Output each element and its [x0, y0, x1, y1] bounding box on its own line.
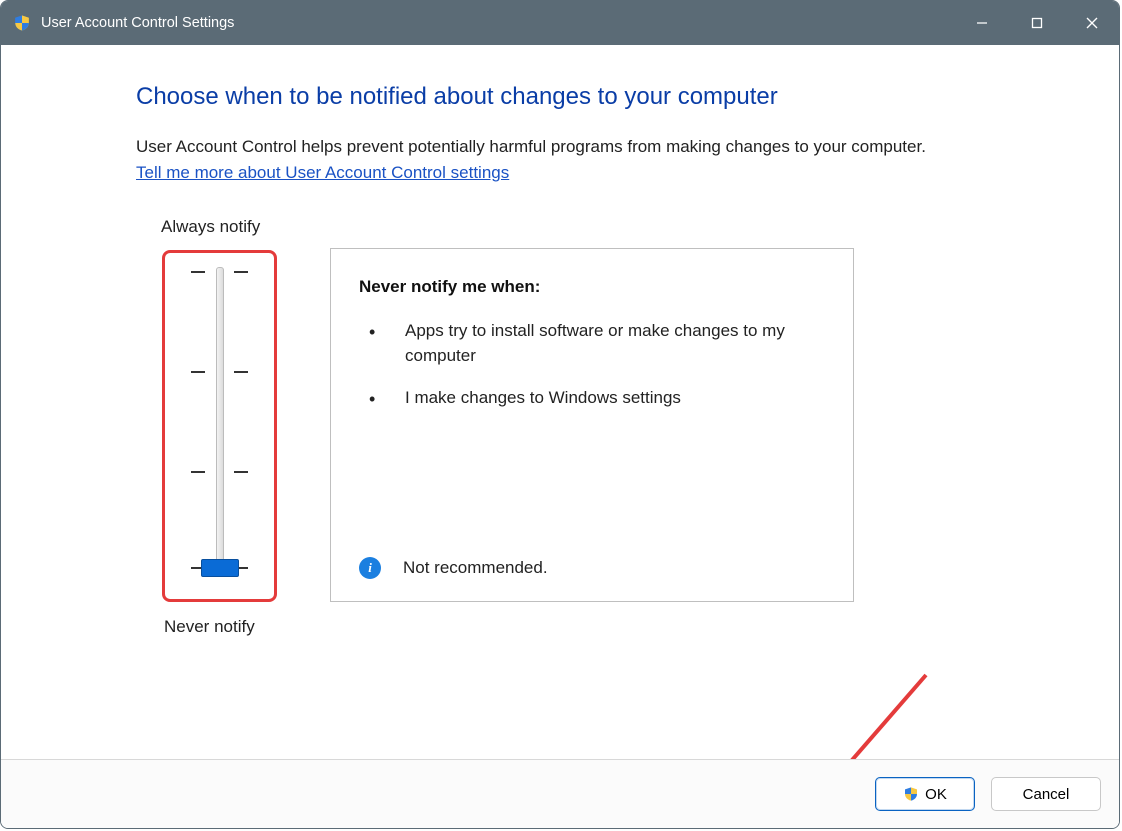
notify-slider[interactable] — [162, 250, 277, 602]
minimize-button[interactable] — [954, 1, 1009, 45]
window-title: User Account Control Settings — [41, 15, 234, 31]
uac-settings-window: User Account Control Settings Choose whe… — [0, 0, 1120, 829]
close-button[interactable] — [1064, 1, 1119, 45]
panel-bullet-text: Apps try to install software or make cha… — [405, 319, 825, 368]
ok-button-label: OK — [925, 786, 947, 803]
slider-thumb[interactable] — [201, 559, 239, 577]
page-description: User Account Control helps prevent poten… — [136, 137, 926, 157]
panel-bullet: • Apps try to install software or make c… — [359, 319, 825, 368]
maximize-button[interactable] — [1009, 1, 1064, 45]
titlebar: User Account Control Settings — [1, 1, 1119, 45]
page-heading: Choose when to be notified about changes… — [136, 83, 778, 111]
panel-bullet: • I make changes to Windows settings — [359, 386, 825, 412]
panel-footer: i Not recommended. — [359, 557, 548, 579]
ok-button[interactable]: OK — [875, 777, 975, 811]
bullet-dot-icon: • — [359, 319, 405, 368]
slider-tick — [234, 471, 248, 473]
notification-detail-panel: Never notify me when: • Apps try to inst… — [330, 248, 854, 602]
slider-bottom-label: Never notify — [164, 617, 255, 637]
cancel-button[interactable]: Cancel — [991, 777, 1101, 811]
slider-top-label: Always notify — [161, 217, 260, 237]
learn-more-link[interactable]: Tell me more about User Account Control … — [136, 163, 509, 183]
slider-tick — [191, 271, 205, 273]
slider-tick — [234, 371, 248, 373]
slider-tick — [234, 271, 248, 273]
info-icon: i — [359, 557, 381, 579]
dialog-button-bar: OK Cancel — [1, 759, 1119, 828]
bullet-dot-icon: • — [359, 386, 405, 412]
content-area: Choose when to be notified about changes… — [1, 45, 1119, 828]
slider-track — [216, 267, 224, 571]
cancel-button-label: Cancel — [1023, 786, 1070, 803]
shield-icon — [903, 786, 919, 802]
panel-footer-text: Not recommended. — [403, 558, 548, 578]
shield-icon — [13, 14, 31, 32]
panel-heading: Never notify me when: — [359, 277, 825, 297]
slider-tick — [191, 371, 205, 373]
panel-bullet-text: I make changes to Windows settings — [405, 386, 825, 412]
slider-tick — [191, 471, 205, 473]
